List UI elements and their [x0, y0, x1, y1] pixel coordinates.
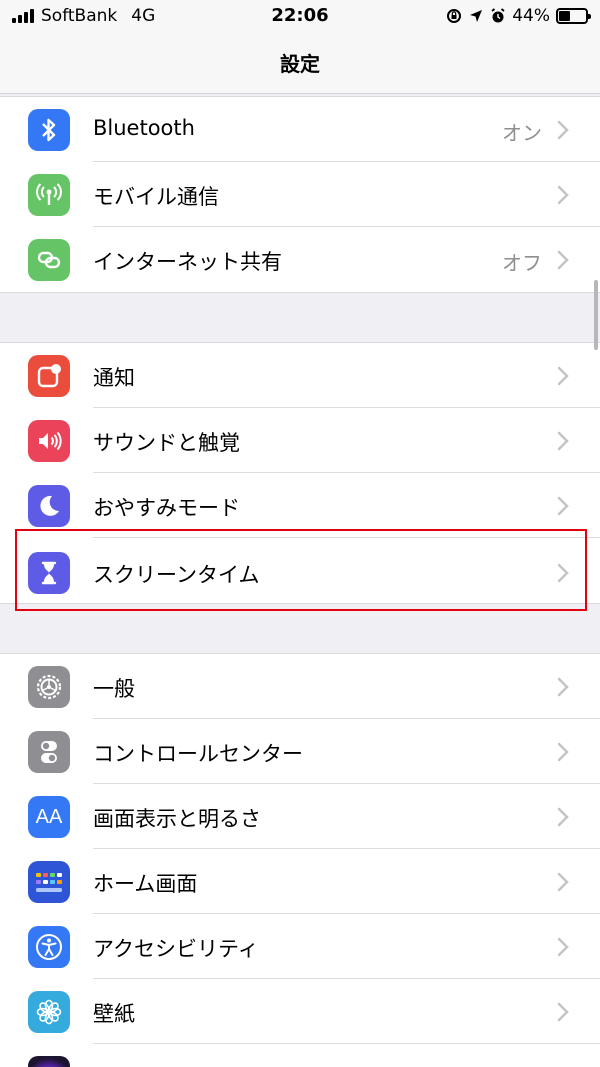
settings-row-screen-time[interactable]: スクリーンタイム: [0, 538, 600, 603]
chevron-right-icon: [557, 872, 569, 892]
settings-row-value: オフ: [502, 251, 542, 275]
chevron-right-icon: [557, 431, 569, 451]
chevron-right-icon: [557, 937, 569, 957]
chevron-right-icon: [557, 366, 569, 386]
settings-row-label: 画面表示と明るさ: [93, 807, 261, 831]
scroll-indicator[interactable]: [594, 280, 598, 350]
settings-row-sounds-haptics[interactable]: サウンドと触覚: [0, 408, 600, 473]
alarm-icon: [490, 8, 506, 24]
moon-icon: [28, 485, 70, 527]
chevron-right-icon: [557, 120, 569, 140]
settings-group-general: 一般 コントロールセンター AA 画面表示と明るさ ホーム画面 アクセシビリティ…: [0, 653, 600, 1067]
settings-row-label: スクリーンタイム: [93, 563, 260, 587]
chevron-right-icon: [557, 1002, 569, 1022]
settings-row-label: コントロールセンター: [93, 742, 303, 766]
settings-row-do-not-disturb[interactable]: おやすみモード: [0, 473, 600, 538]
settings-row-label: ホーム画面: [93, 872, 198, 896]
battery-percent: 44%: [512, 6, 550, 26]
text-size-icon: AA: [28, 796, 70, 838]
settings-row-label: モバイル通信: [93, 185, 219, 209]
chevron-right-icon: [557, 496, 569, 516]
page-title: 設定: [280, 52, 320, 76]
rotation-lock-icon: [446, 8, 462, 24]
settings-row-label: 通知: [93, 366, 135, 390]
settings-row-home-screen[interactable]: ホーム画面: [0, 849, 600, 914]
settings-row-label: 一般: [93, 677, 135, 701]
hotspot-icon: [28, 239, 70, 281]
speaker-icon: [28, 420, 70, 462]
hourglass-icon: [28, 552, 70, 594]
siri-icon: [28, 1056, 70, 1067]
chevron-right-icon: [557, 563, 569, 583]
chevron-right-icon: [557, 250, 569, 270]
status-bar: SoftBank 4G 22:06 44%: [0, 0, 600, 36]
settings-row-wallpaper[interactable]: 壁紙: [0, 979, 600, 1044]
chevron-right-icon: [557, 185, 569, 205]
navigation-bar: 設定: [0, 36, 600, 94]
settings-row-notifications[interactable]: 通知: [0, 343, 600, 408]
settings-group-connectivity: Bluetooth オン モバイル通信 インターネット共有 オフ: [0, 96, 600, 293]
settings-row-siri-search[interactable]: [0, 1044, 600, 1067]
toggles-icon: [28, 731, 70, 773]
wallpaper-flower-icon: [28, 991, 70, 1033]
settings-row-label: サウンドと触覚: [93, 431, 240, 455]
battery-icon: [556, 8, 591, 24]
notifications-icon: [28, 355, 70, 397]
bluetooth-icon: [28, 109, 70, 151]
antenna-icon: [28, 174, 70, 216]
settings-row-label: アクセシビリティ: [93, 937, 259, 961]
settings-row-display-brightness[interactable]: AA 画面表示と明るさ: [0, 784, 600, 849]
settings-row-control-center[interactable]: コントロールセンター: [0, 719, 600, 784]
location-icon: [468, 8, 484, 24]
home-grid-icon: [28, 861, 70, 903]
settings-row-value: オン: [502, 121, 542, 145]
settings-row-accessibility[interactable]: アクセシビリティ: [0, 914, 600, 979]
gear-icon: [28, 666, 70, 708]
settings-row-mobile-data[interactable]: モバイル通信: [0, 162, 600, 227]
settings-row-label: 壁紙: [93, 1002, 135, 1026]
chevron-right-icon: [557, 677, 569, 697]
settings-row-label: おやすみモード: [93, 496, 240, 520]
chevron-right-icon: [557, 742, 569, 762]
settings-row-label: Bluetooth: [93, 116, 195, 140]
settings-row-personal-hotspot[interactable]: インターネット共有 オフ: [0, 227, 600, 292]
accessibility-icon: [28, 926, 70, 968]
settings-row-label: インターネット共有: [93, 250, 282, 274]
settings-row-general[interactable]: 一般: [0, 654, 600, 719]
settings-row-bluetooth[interactable]: Bluetooth オン: [0, 97, 600, 162]
chevron-right-icon: [557, 807, 569, 827]
settings-group-notifications: 通知 サウンドと触覚 おやすみモード スクリーンタイム: [0, 342, 600, 604]
